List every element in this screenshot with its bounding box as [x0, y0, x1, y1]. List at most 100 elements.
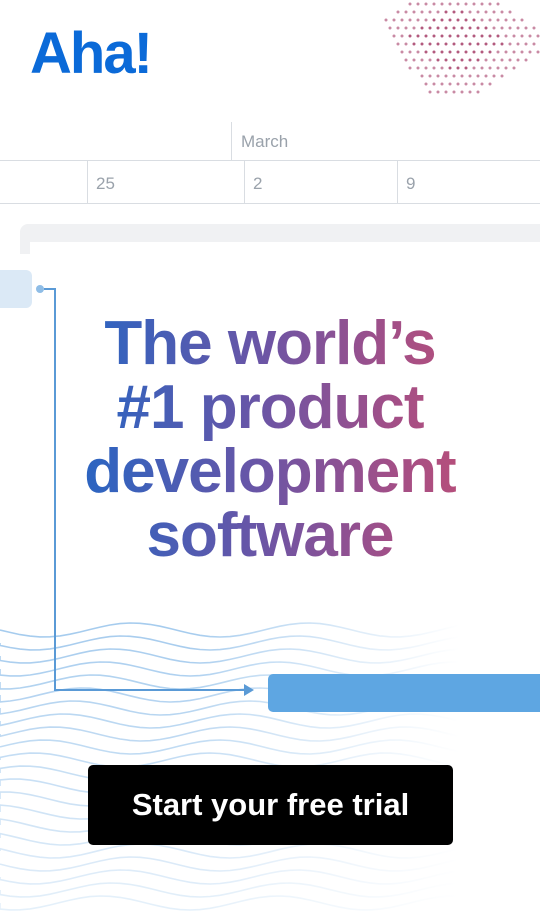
dot — [432, 18, 436, 22]
headline-line: #1 product — [116, 373, 424, 442]
dot — [484, 58, 488, 62]
dot — [460, 10, 464, 14]
dot — [444, 74, 448, 78]
dot — [444, 10, 448, 14]
dot — [428, 42, 432, 46]
ad-banner[interactable]: Aha! March 25 2 9 The world’s #1 product… — [0, 0, 540, 920]
dot — [496, 34, 500, 38]
dot — [492, 74, 496, 78]
dot — [512, 18, 516, 22]
connector-dot-icon — [36, 285, 44, 293]
dot — [400, 18, 404, 22]
dot — [500, 42, 504, 46]
dot — [500, 10, 504, 14]
dot — [516, 42, 520, 46]
dot — [424, 18, 428, 22]
dot — [520, 34, 524, 38]
dot — [480, 34, 484, 38]
dot — [500, 26, 504, 30]
dot — [536, 50, 540, 54]
dot — [492, 42, 496, 46]
dot — [456, 34, 460, 38]
dot — [480, 50, 484, 54]
dot — [512, 50, 516, 54]
dot — [528, 34, 532, 38]
dot — [468, 42, 472, 46]
dot — [468, 58, 472, 62]
dot — [516, 58, 520, 62]
dot — [480, 82, 484, 86]
dot-pattern-decoration — [384, 2, 540, 94]
dot — [396, 42, 400, 46]
dot — [452, 74, 456, 78]
dot — [416, 34, 420, 38]
dot — [468, 26, 472, 30]
timeline-header: 25 2 9 — [0, 160, 540, 204]
dot — [476, 58, 480, 62]
dot — [440, 50, 444, 54]
dot — [512, 66, 516, 70]
dot — [460, 90, 464, 94]
dot — [472, 82, 476, 86]
dot — [480, 2, 484, 6]
dot — [488, 18, 492, 22]
dot — [456, 82, 460, 86]
dot — [444, 42, 448, 46]
dot — [432, 82, 436, 86]
dot — [492, 26, 496, 30]
dot — [508, 58, 512, 62]
dot — [512, 34, 516, 38]
dot — [404, 58, 408, 62]
dot — [492, 10, 496, 14]
dot — [412, 10, 416, 14]
dot — [472, 66, 476, 70]
dot — [440, 34, 444, 38]
dot — [488, 66, 492, 70]
dot — [428, 10, 432, 14]
headline-line: development — [84, 437, 456, 506]
dot — [524, 42, 528, 46]
dot — [448, 50, 452, 54]
dot — [468, 10, 472, 14]
dot — [504, 34, 508, 38]
start-free-trial-button[interactable]: Start your free trial — [88, 765, 453, 845]
dot — [452, 58, 456, 62]
dot — [440, 82, 444, 86]
dot — [432, 34, 436, 38]
dot — [484, 26, 488, 30]
dot — [532, 26, 536, 30]
dot — [524, 26, 528, 30]
dot — [404, 26, 408, 30]
dot — [480, 18, 484, 22]
dot — [532, 42, 536, 46]
dot — [504, 18, 508, 22]
dot — [508, 26, 512, 30]
aha-logo[interactable]: Aha! — [30, 22, 153, 86]
dot — [452, 90, 456, 94]
dot — [504, 50, 508, 54]
dot — [500, 58, 504, 62]
dot — [432, 2, 436, 6]
dot — [432, 50, 436, 54]
dot — [496, 66, 500, 70]
dot — [456, 18, 460, 22]
dot — [488, 2, 492, 6]
dot — [428, 58, 432, 62]
dot — [460, 42, 464, 46]
dot — [436, 58, 440, 62]
dot — [460, 26, 464, 30]
dot — [420, 42, 424, 46]
dot — [504, 66, 508, 70]
dot — [408, 50, 412, 54]
dot — [424, 34, 428, 38]
dot — [456, 50, 460, 54]
dot — [452, 10, 456, 14]
dot — [476, 42, 480, 46]
dot — [428, 74, 432, 78]
dot — [440, 18, 444, 22]
dot — [448, 34, 452, 38]
dot — [416, 66, 420, 70]
dot — [408, 18, 412, 22]
dot — [448, 2, 452, 6]
dot — [508, 10, 512, 14]
